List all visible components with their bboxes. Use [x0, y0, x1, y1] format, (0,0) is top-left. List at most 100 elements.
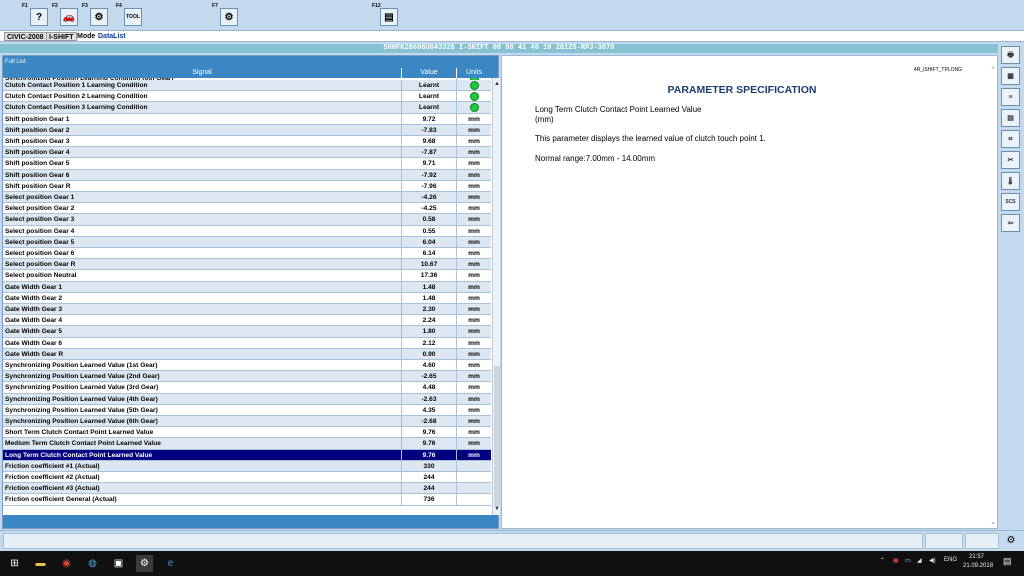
- network-icon[interactable]: ◢: [917, 557, 922, 564]
- list-row[interactable]: Shift position Gear 2 -7.83 mm: [3, 124, 491, 136]
- diagnosis-icon[interactable]: ⚙: [90, 8, 108, 26]
- print-icon[interactable]: ▤: [380, 8, 398, 26]
- list-row[interactable]: Shift position Gear 5 9.71 mm: [3, 158, 491, 170]
- row-value: 6.04: [401, 236, 456, 248]
- notification-icon[interactable]: ▤: [1003, 556, 1012, 567]
- row-value: 17.36: [401, 270, 456, 282]
- settings-icon[interactable]: ⚙: [220, 8, 238, 26]
- list-row[interactable]: Select position Gear R 10.67 mm: [3, 259, 491, 271]
- list-row[interactable]: Gate Width Gear 3 2.30 mm: [3, 304, 491, 316]
- help-icon[interactable]: ?: [30, 8, 48, 26]
- list-row[interactable]: Gate Width Gear 1 1.48 mm: [3, 281, 491, 293]
- row-value: 9.71: [401, 158, 456, 170]
- list-row[interactable]: Select position Neutral 17.36 mm: [3, 270, 491, 282]
- volume-icon[interactable]: ◀): [929, 557, 936, 564]
- status-led-icon: [469, 81, 479, 90]
- function-key-f4[interactable]: F4 TOOL: [114, 2, 144, 30]
- car-icon[interactable]: 🚗: [60, 8, 78, 26]
- hds-app-icon[interactable]: ⚙: [136, 555, 153, 572]
- chrome-icon[interactable]: ◉: [58, 555, 75, 572]
- scrollbar-thumb[interactable]: [494, 366, 500, 506]
- tool-icon[interactable]: TOOL: [124, 8, 142, 26]
- language-indicator[interactable]: ENG: [944, 557, 957, 563]
- list-row[interactable]: Select position Gear 5 6.04 mm: [3, 236, 491, 248]
- row-value: 9.76: [401, 427, 456, 439]
- clipboard-icon[interactable]: ▤: [1001, 109, 1020, 127]
- tools-icon[interactable]: ✂: [1001, 151, 1020, 169]
- list-row[interactable]: Clutch Contact Position 1 Learning Condi…: [3, 80, 491, 92]
- row-value: 6.14: [401, 248, 456, 259]
- function-key-f2[interactable]: F2 🚗: [50, 2, 80, 30]
- printer-icon[interactable]: 🖶: [1001, 46, 1020, 64]
- list-row[interactable]: Synchronizing Position Learned Value (4t…: [3, 393, 491, 405]
- tray-app-icon[interactable]: ▣: [893, 557, 899, 564]
- column-units[interactable]: Units: [456, 68, 491, 78]
- list-row[interactable]: Synchronizing Position Learned Value (6t…: [3, 416, 491, 428]
- row-unit: mm: [456, 292, 491, 304]
- list-row[interactable]: Select position Gear 3 0.58 mm: [3, 214, 491, 226]
- list-row[interactable]: Gate Width Gear R 0.90 mm: [3, 348, 491, 360]
- app-icon[interactable]: ◍: [84, 555, 101, 572]
- list-row[interactable]: Friction coefficient General (Actual) 736: [3, 494, 491, 506]
- start-icon[interactable]: ⊞: [6, 555, 23, 572]
- battery-icon[interactable]: ▭: [905, 557, 911, 564]
- list-row[interactable]: Gate Width Gear 5 1.80 mm: [3, 326, 491, 338]
- list-row[interactable]: Clutch Contact Position 3 Learning Condi…: [3, 102, 491, 114]
- connection-icon[interactable]: ⚙: [1002, 532, 1020, 550]
- file-explorer-icon[interactable]: ▬: [32, 555, 49, 572]
- list-row[interactable]: Friction coefficient #3 (Actual) 244: [3, 483, 491, 495]
- list-row[interactable]: Shift position Gear 3 9.68 mm: [3, 136, 491, 148]
- list-row[interactable]: Shift position Gear R -7.96 mm: [3, 180, 491, 192]
- row-value: -7.92: [401, 169, 456, 181]
- list-row[interactable]: Shift position Gear 1 9.72 mm: [3, 113, 491, 125]
- list-row[interactable]: Gate Width Gear 6 2.12 mm: [3, 337, 491, 349]
- list-row[interactable]: Select position Gear 6 6.14 mm: [3, 248, 491, 260]
- function-key-f12[interactable]: F12 ▤: [370, 2, 400, 30]
- scroll-down-icon[interactable]: ▼: [493, 505, 501, 513]
- list-row[interactable]: Short Term Clutch Contact Point Learned …: [3, 427, 491, 439]
- row-unit: mm: [456, 304, 491, 315]
- clock-time[interactable]: 21:57: [969, 554, 984, 560]
- list-row[interactable]: Gate Width Gear 4 2.24 mm: [3, 315, 491, 327]
- row-unit: mm: [456, 416, 491, 427]
- list-row[interactable]: Synchronizing Position Learned Value (3r…: [3, 382, 491, 394]
- list-row[interactable]: Synchronizing Position Learned Value (1s…: [3, 360, 491, 372]
- list-row[interactable]: Select position Gear 2 -4.25 mm: [3, 203, 491, 215]
- scroll-up-icon[interactable]: ⌃: [989, 66, 997, 74]
- list-row[interactable]: Friction coefficient #1 (Actual) 330: [3, 460, 491, 472]
- list-row[interactable]: Shift position Gear 4 -7.87 mm: [3, 147, 491, 159]
- edge-icon[interactable]: e: [162, 555, 179, 572]
- row-value: -7.87: [401, 147, 456, 159]
- list-row[interactable]: Medium Term Clutch Contact Point Learned…: [3, 438, 491, 450]
- temperature-icon[interactable]: 🌡: [1001, 172, 1020, 190]
- list-row[interactable]: Synchronizing Position Learned Value (2n…: [3, 371, 491, 383]
- list-row[interactable]: Select position Gear 4 0.55 mm: [3, 225, 491, 237]
- exit-icon[interactable]: ⇦: [1001, 214, 1020, 232]
- list-row[interactable]: Gate Width Gear 2 1.48 mm: [3, 292, 491, 304]
- list-row[interactable]: Select position Gear 1 -4.26 mm: [3, 192, 491, 204]
- app-icon-2[interactable]: ▣: [110, 555, 127, 572]
- scroll-down-icon[interactable]: ⌄: [989, 518, 997, 526]
- list-row[interactable]: Shift position Gear 6 -7.92 mm: [3, 169, 491, 181]
- list-scrollbar[interactable]: ▲ ▼: [492, 78, 500, 515]
- row-signal: Shift position Gear 4: [5, 149, 70, 157]
- grid-icon[interactable]: ⌗: [1001, 130, 1020, 148]
- snapshot-icon[interactable]: ▦: [1001, 67, 1020, 85]
- list-row[interactable]: Synchronizing Position Learned Value (5t…: [3, 404, 491, 416]
- list-row[interactable]: Friction coefficient #2 (Actual) 244: [3, 472, 491, 484]
- function-key-f3[interactable]: F3 ⚙: [80, 2, 110, 30]
- clock-date[interactable]: 21.09.2018: [963, 563, 993, 569]
- row-signal: Clutch Contact Position 1 Learning Condi…: [5, 82, 148, 89]
- column-signal[interactable]: Signal: [3, 68, 401, 78]
- row-unit: mm: [456, 393, 491, 405]
- list-icon[interactable]: ≡: [1001, 88, 1020, 106]
- function-key-f1[interactable]: F1?: [20, 2, 50, 30]
- tray-chevron-icon[interactable]: ⌃: [880, 557, 885, 564]
- scroll-up-icon[interactable]: ▲: [493, 80, 501, 88]
- function-key-f7[interactable]: F7 ⚙: [210, 2, 240, 30]
- spec-scrollbar[interactable]: ⌃ ⌄: [989, 66, 997, 526]
- list-row[interactable]: Clutch Contact Position 2 Learning Condi…: [3, 91, 491, 103]
- scs-icon[interactable]: SCS: [1001, 193, 1020, 211]
- list-row-selected[interactable]: Long Term Clutch Contact Point Learned V…: [3, 449, 491, 461]
- column-value[interactable]: Value: [401, 68, 456, 78]
